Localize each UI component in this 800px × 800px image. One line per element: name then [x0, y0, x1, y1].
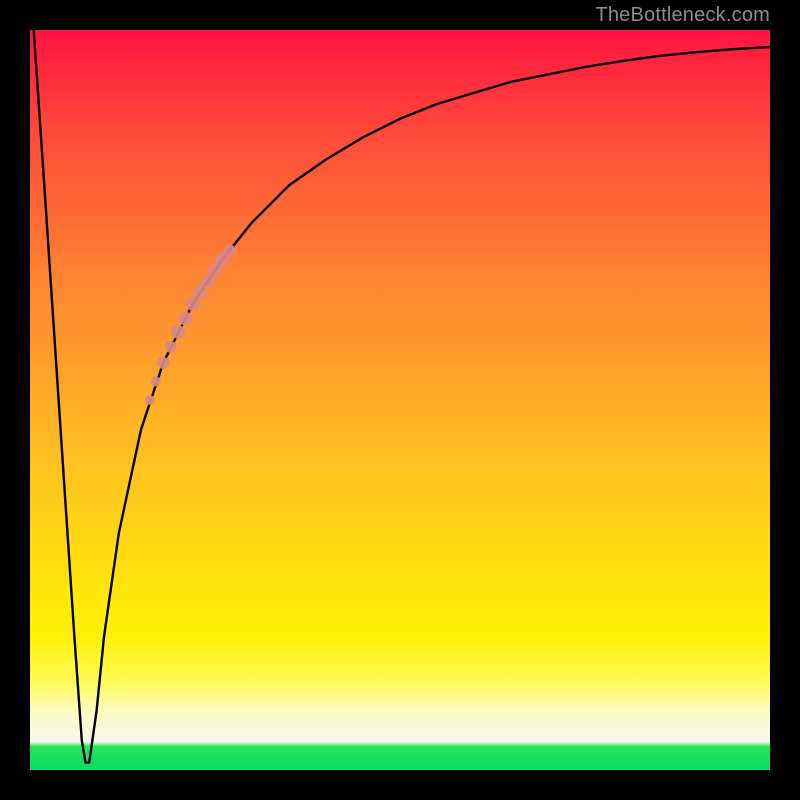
chart-svg	[30, 30, 770, 770]
bottleneck-curve	[34, 30, 770, 763]
data-marker	[151, 377, 161, 387]
marker-group	[145, 245, 236, 406]
data-marker	[157, 357, 169, 369]
chart-frame: TheBottleneck.com	[0, 0, 800, 800]
data-marker	[224, 245, 236, 257]
data-marker	[178, 312, 192, 326]
plot-area	[30, 30, 770, 770]
data-marker	[165, 341, 177, 353]
data-marker	[186, 297, 200, 311]
watermark-text: TheBottleneck.com	[595, 4, 770, 27]
data-marker	[171, 325, 185, 339]
data-marker	[145, 395, 155, 405]
